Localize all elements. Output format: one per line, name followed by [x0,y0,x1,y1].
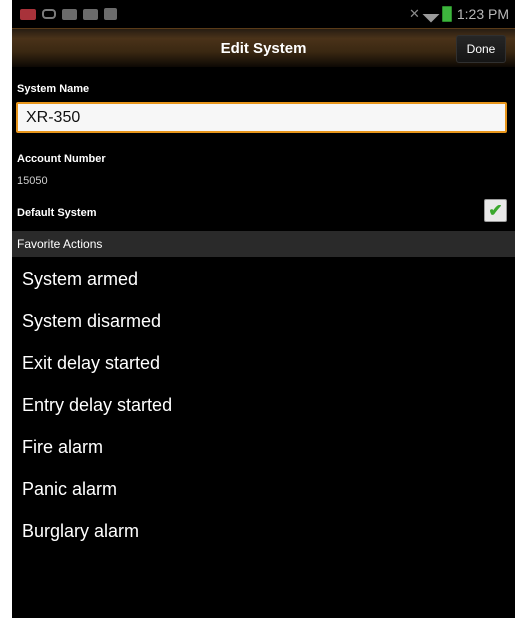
wifi-icon [422,5,440,23]
status-bar: ✕ 1:23 PM [12,0,515,28]
message-icon [83,8,98,20]
app-screen: ✕ 1:23 PM Edit System Done System Name A… [12,0,515,618]
list-item[interactable]: Fire alarm [12,426,515,468]
status-clock: 1:23 PM [456,6,509,22]
list-item[interactable]: Exit delay started [12,342,515,384]
done-button[interactable]: Done [456,35,506,63]
account-number-value: 15050 [17,175,48,187]
list-item[interactable]: System disarmed [12,300,515,342]
mute-icon: ✕ [408,6,420,21]
system-name-input[interactable] [16,102,507,133]
page-title: Edit System [220,40,307,57]
list-item[interactable]: System armed [12,258,515,300]
battery-icon [441,6,452,22]
system-name-label: System Name [17,83,90,95]
notification-icon [20,8,36,20]
list-item[interactable]: Burglary alarm [12,510,515,552]
voicemail-icon [42,9,56,19]
default-system-label: Default System [17,207,97,219]
system-tray: ✕ 1:23 PM [408,5,509,23]
list-item[interactable]: Panic alarm [12,468,515,510]
image-icon [104,8,117,20]
checkmark-icon: ✔ [488,201,503,220]
action-bar: Edit System Done [12,28,515,67]
list-item[interactable]: Entry delay started [12,384,515,426]
default-system-checkbox[interactable]: ✔ [484,199,507,222]
account-number-label: Account Number [17,153,106,165]
message-icon [62,8,77,20]
notification-area [20,8,117,20]
favorite-actions-header: Favorite Actions [12,231,515,257]
favorite-actions-list: System armed System disarmed Exit delay … [12,258,515,552]
